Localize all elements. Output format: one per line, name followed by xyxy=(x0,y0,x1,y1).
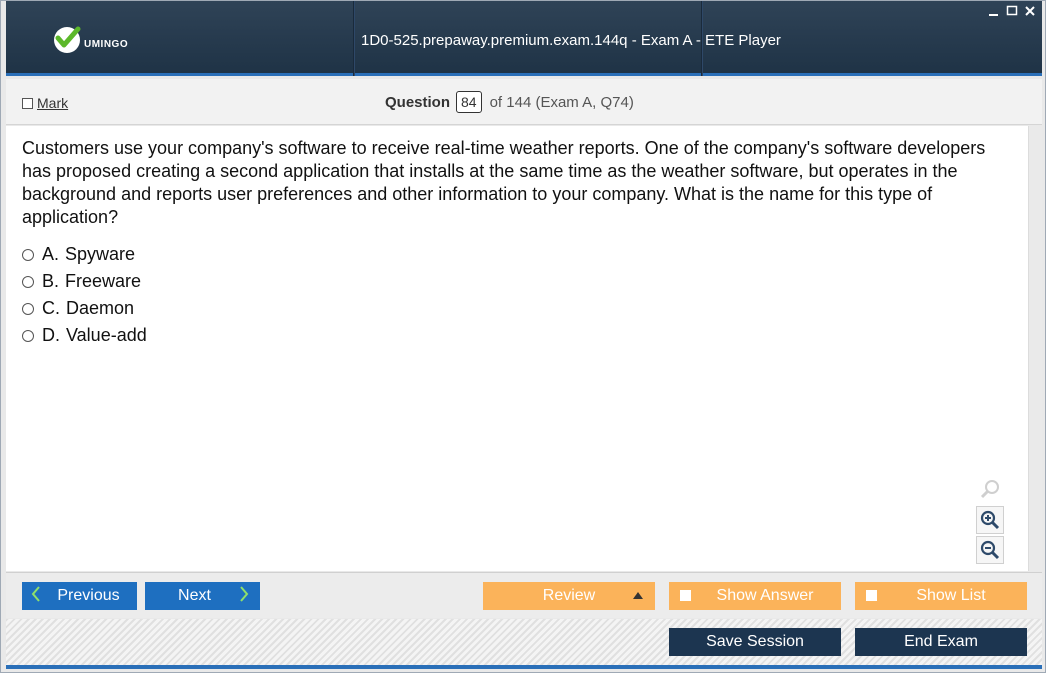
title-divider xyxy=(353,1,355,76)
zoom-in-icon[interactable] xyxy=(976,506,1004,534)
maximize-icon[interactable] xyxy=(1006,5,1018,17)
save-session-label[interactable]: Save Session xyxy=(706,633,804,651)
end-exam-label[interactable]: End Exam xyxy=(904,633,978,651)
option-text[interactable]: Freeware xyxy=(65,271,141,292)
answer-option[interactable]: B. Freeware xyxy=(22,271,141,292)
question-content: Customers use your company's software to… xyxy=(6,126,1028,571)
window-title: 1D0-525.prepaway.premium.exam.144q - Exa… xyxy=(361,32,781,49)
answer-option[interactable]: C. Daemon xyxy=(22,298,134,319)
chevron-right-icon xyxy=(238,584,250,609)
previous-label[interactable]: Previous xyxy=(57,587,119,605)
checkbox-icon[interactable] xyxy=(866,590,877,601)
chevron-left-icon xyxy=(30,584,42,609)
next-label[interactable]: Next xyxy=(178,587,211,605)
mark-label[interactable]: Mark xyxy=(37,95,68,111)
end-exam-button[interactable]: End Exam xyxy=(855,628,1027,656)
caret-up-icon[interactable] xyxy=(633,592,643,599)
option-letter: D. xyxy=(42,325,60,345)
next-button[interactable]: Next xyxy=(145,582,260,610)
question-text: Customers use your company's software to… xyxy=(22,138,986,227)
option-letter: C. xyxy=(42,298,60,318)
app-window: UMINGO 1D0-525.prepaway.premium.exam.144… xyxy=(0,0,1046,673)
radio-button[interactable] xyxy=(22,329,34,342)
check-logo-icon xyxy=(54,26,81,53)
question-total: of 144 (Exam A, Q74) xyxy=(489,93,634,111)
window-controls xyxy=(988,5,1036,17)
title-bar: UMINGO 1D0-525.prepaway.premium.exam.144… xyxy=(6,1,1042,76)
question-label: Question xyxy=(385,93,451,111)
option-letter: B. xyxy=(42,271,60,291)
question-number-input[interactable]: 84 xyxy=(456,91,482,113)
title-divider xyxy=(701,1,703,76)
navigation-bar: Previous Next Review Show Answer Show Li… xyxy=(6,572,1042,618)
radio-button[interactable] xyxy=(22,248,34,261)
review-dropdown[interactable]: Review xyxy=(483,582,655,610)
show-answer-label[interactable]: Show Answer xyxy=(717,587,814,605)
question-header: Mark Question 84 of 144 (Exam A, Q74) xyxy=(6,79,1042,125)
session-bar: Save Session End Exam xyxy=(6,619,1042,665)
minimize-icon[interactable] xyxy=(988,5,1000,17)
vumingo-logo: UMINGO xyxy=(54,23,128,57)
radio-button[interactable] xyxy=(22,275,34,288)
zoom-tools xyxy=(976,476,1006,566)
option-text[interactable]: Value-add xyxy=(66,325,147,346)
close-icon[interactable] xyxy=(1024,5,1036,17)
option-letter: A. xyxy=(42,244,60,264)
save-session-button[interactable]: Save Session xyxy=(669,628,841,656)
magnifier-icon[interactable] xyxy=(976,476,1004,504)
bottom-accent-line xyxy=(6,665,1042,669)
brand-text: UMINGO xyxy=(84,38,129,50)
question-counter: Question 84 of 144 (Exam A, Q74) xyxy=(385,89,634,115)
show-list-label[interactable]: Show List xyxy=(916,587,985,605)
answer-option[interactable]: A. Spyware xyxy=(22,244,135,265)
review-label[interactable]: Review xyxy=(543,587,595,605)
answer-option[interactable]: D. Value-add xyxy=(22,325,147,346)
checkbox-icon[interactable] xyxy=(680,590,691,601)
vertical-scrollbar[interactable] xyxy=(1028,126,1042,571)
zoom-out-icon[interactable] xyxy=(976,536,1004,564)
option-text[interactable]: Daemon xyxy=(66,298,134,319)
show-answer-toggle[interactable]: Show Answer xyxy=(669,582,841,610)
option-text[interactable]: Spyware xyxy=(65,244,135,265)
mark-checkbox[interactable]: Mark xyxy=(22,95,68,111)
radio-button[interactable] xyxy=(22,302,34,315)
show-list-toggle[interactable]: Show List xyxy=(855,582,1027,610)
checkbox-icon[interactable] xyxy=(22,97,33,109)
previous-button[interactable]: Previous xyxy=(22,582,137,610)
